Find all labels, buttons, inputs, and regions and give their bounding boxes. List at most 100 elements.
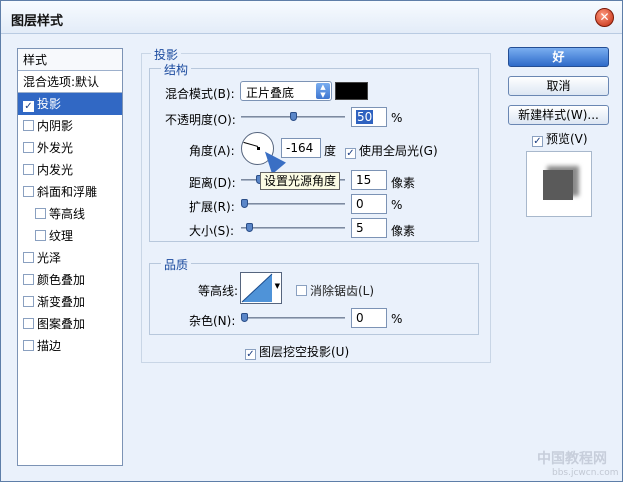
spread-input[interactable]: 0 [351, 194, 387, 214]
checkbox-icon[interactable] [23, 186, 34, 197]
distance-value: 15 [356, 173, 372, 187]
antialias-checkbox[interactable]: 消除锯齿(L) [296, 282, 374, 299]
quality-legend: 品质 [161, 256, 192, 273]
preview-swatch [543, 170, 573, 200]
sidebar-item-texture[interactable]: 纹理 [18, 225, 122, 247]
styles-list: 样式 混合选项:默认 ✓ 投影 内阴影 外发光 内发光 斜面和浮雕 等高线 纹理 … [17, 48, 123, 466]
distance-input[interactable]: 15 [351, 170, 387, 190]
checkbox-icon[interactable] [23, 296, 34, 307]
angle-unit: 度 [324, 144, 337, 158]
close-icon[interactable]: ✕ [595, 8, 614, 27]
sidebar-item-inner-glow[interactable]: 内发光 [18, 159, 122, 181]
blend-mode-value: 正片叠底 [246, 86, 295, 100]
sidebar-item-label: 光泽 [37, 251, 62, 265]
spread-label: 扩展(R): [189, 200, 235, 214]
spread-slider[interactable] [241, 199, 345, 208]
preview-thumbnail [526, 151, 592, 217]
checkbox-icon[interactable] [23, 340, 34, 351]
size-value: 5 [356, 221, 364, 235]
checkbox-icon[interactable] [296, 285, 307, 296]
sidebar-item-satin[interactable]: 光泽 [18, 247, 122, 269]
spread-value: 0 [356, 197, 364, 211]
sidebar-item-label: 斜面和浮雕 [37, 185, 98, 199]
ok-button[interactable]: 好 [508, 47, 609, 67]
new-style-button[interactable]: 新建样式(W)... [508, 105, 609, 125]
title-bar: 图层样式 ✕ [1, 1, 622, 34]
knockout-label: 图层挖空投影(U) [259, 345, 350, 359]
noise-input[interactable]: 0 [351, 308, 387, 328]
sidebar-item-stroke[interactable]: 描边 [18, 335, 122, 357]
noise-slider[interactable] [241, 313, 345, 322]
distance-unit: 像素 [391, 176, 416, 190]
styles-header: 样式 [18, 49, 122, 71]
cancel-button[interactable]: 取消 [508, 76, 609, 96]
sidebar-item-drop-shadow[interactable]: ✓ 投影 [18, 93, 122, 115]
checkbox-icon[interactable] [23, 164, 34, 175]
size-slider[interactable] [241, 223, 345, 232]
checkbox-icon[interactable]: ✓ [245, 349, 256, 360]
opacity-label: 不透明度(O): [165, 113, 236, 127]
angle-dial-needle [243, 141, 259, 147]
blending-options-item[interactable]: 混合选项:默认 [18, 71, 122, 93]
checkbox-icon[interactable] [23, 120, 34, 131]
sidebar-item-bevel-emboss[interactable]: 斜面和浮雕 [18, 181, 122, 203]
checkbox-icon[interactable] [23, 252, 34, 263]
opacity-slider-thumb[interactable] [290, 112, 297, 121]
sidebar-item-label: 投影 [37, 97, 62, 111]
global-light-checkbox[interactable]: ✓ 使用全局光(G) [345, 142, 438, 159]
sidebar-item-label: 等高线 [49, 207, 86, 221]
noise-unit: % [391, 312, 403, 326]
antialias-label: 消除锯齿(L) [310, 284, 375, 298]
noise-value: 0 [356, 311, 364, 325]
blend-mode-select[interactable]: 正片叠底 ▲ ▼ [240, 81, 332, 101]
sidebar-item-label: 纹理 [49, 229, 74, 243]
global-light-label: 使用全局光(G) [359, 144, 438, 158]
dialog-title: 图层样式 [11, 14, 64, 29]
angle-label: 角度(A): [189, 144, 235, 158]
size-unit: 像素 [391, 224, 416, 238]
checkbox-icon[interactable] [35, 230, 46, 241]
sidebar-item-label: 渐变叠加 [37, 295, 86, 309]
checkbox-icon[interactable] [23, 274, 34, 285]
checkbox-icon[interactable] [35, 208, 46, 219]
sidebar-item-color-overlay[interactable]: 颜色叠加 [18, 269, 122, 291]
watermark-logo: 中国教程网 [537, 451, 607, 467]
size-input[interactable]: 5 [351, 218, 387, 238]
contour-label: 等高线: [198, 284, 239, 298]
distance-label: 距离(D): [189, 176, 236, 190]
contour-dropdown-arrow-icon: ▼ [274, 282, 280, 290]
checkbox-icon[interactable]: ✓ [23, 101, 34, 112]
sidebar-item-outer-glow[interactable]: 外发光 [18, 137, 122, 159]
preview-label: 预览(V) [546, 132, 588, 146]
noise-label: 杂色(N): [189, 314, 236, 328]
opacity-input[interactable]: 50 [351, 107, 387, 127]
contour-picker[interactable]: ▼ [240, 272, 282, 304]
preview-checkbox[interactable]: ✓ 预览(V) [532, 130, 588, 147]
blend-color-swatch[interactable] [335, 82, 368, 100]
sidebar-item-label: 内阴影 [37, 119, 74, 133]
sidebar-item-contour[interactable]: 等高线 [18, 203, 122, 225]
sidebar-item-inner-shadow[interactable]: 内阴影 [18, 115, 122, 137]
size-slider-thumb[interactable] [246, 223, 253, 232]
knockout-checkbox[interactable]: ✓ 图层挖空投影(U) [245, 343, 349, 360]
noise-slider-thumb[interactable] [241, 313, 248, 322]
checkbox-icon[interactable]: ✓ [345, 148, 356, 159]
size-label: 大小(S): [189, 224, 235, 238]
blend-mode-label: 混合模式(B): [165, 87, 235, 101]
angle-dial-center [257, 147, 260, 150]
spread-slider-thumb[interactable] [241, 199, 248, 208]
opacity-value: 50 [356, 110, 374, 124]
layer-style-dialog: 图层样式 ✕ 样式 混合选项:默认 ✓ 投影 内阴影 外发光 内发光 斜面和浮雕 … [0, 0, 623, 482]
angle-tooltip: 设置光源角度 [260, 172, 341, 190]
sidebar-item-gradient-overlay[interactable]: 渐变叠加 [18, 291, 122, 313]
sidebar-item-label: 描边 [37, 339, 62, 353]
checkbox-icon[interactable]: ✓ [532, 136, 543, 147]
sidebar-item-label: 外发光 [37, 141, 74, 155]
opacity-slider[interactable] [241, 112, 345, 121]
sidebar-item-pattern-overlay[interactable]: 图案叠加 [18, 313, 122, 335]
opacity-unit: % [391, 111, 403, 125]
sidebar-item-label: 颜色叠加 [37, 273, 86, 287]
checkbox-icon[interactable] [23, 142, 34, 153]
angle-input[interactable]: -164 [281, 138, 321, 158]
checkbox-icon[interactable] [23, 318, 34, 329]
